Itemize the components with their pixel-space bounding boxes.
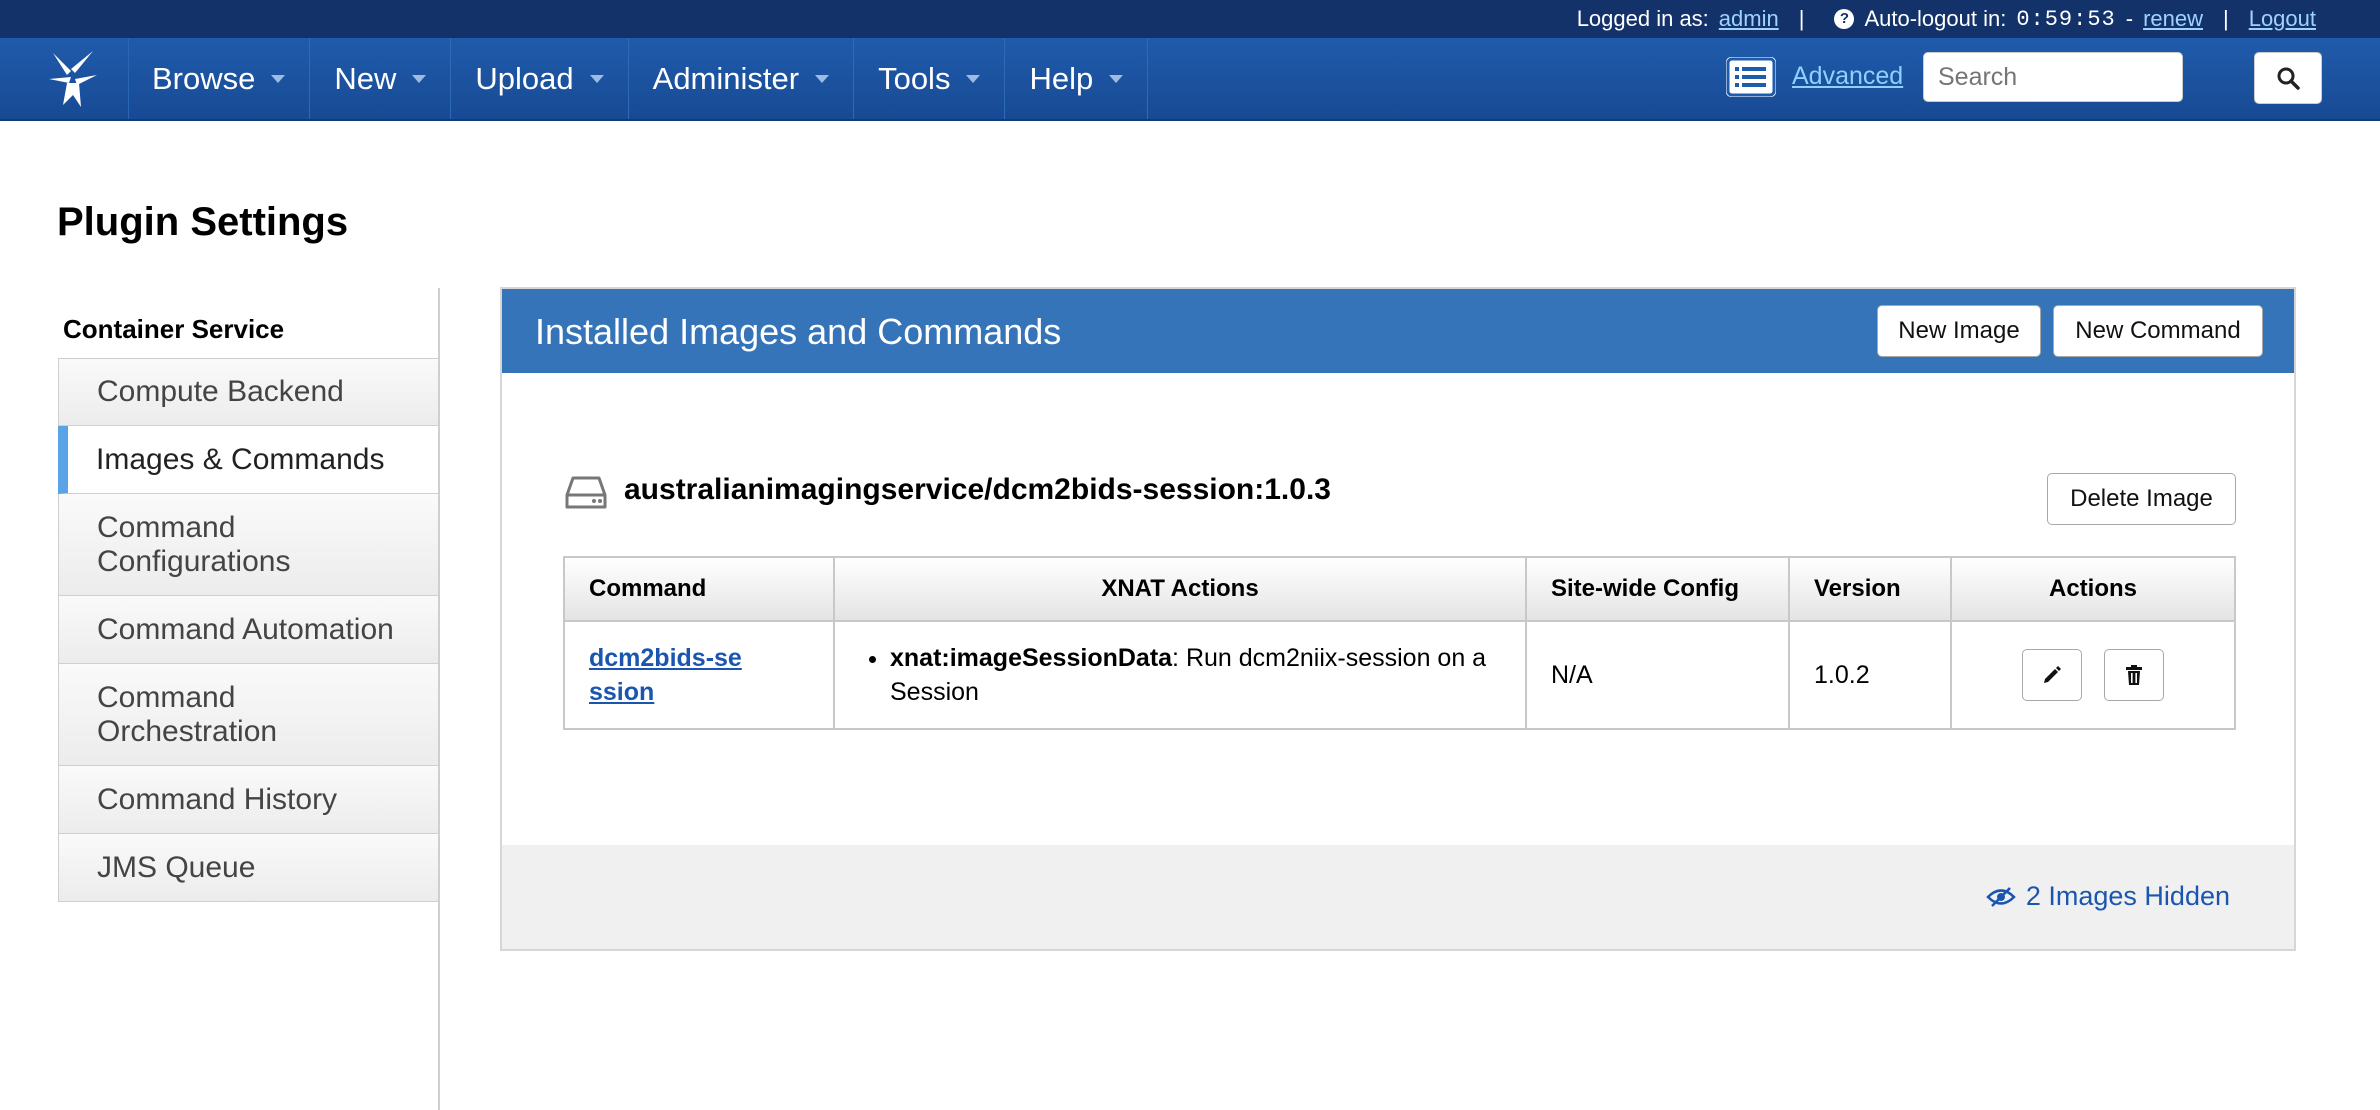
timer-dash: - bbox=[2125, 6, 2134, 31]
table-header-row: Command XNAT Actions Site-wide Config Ve… bbox=[563, 556, 2236, 622]
eye-slash-icon bbox=[1986, 886, 2016, 907]
xnat-logo[interactable] bbox=[18, 38, 129, 119]
xnat-actions-list: xnat:imageSessionData: Run dcm2niix-sess… bbox=[836, 641, 1524, 709]
sidebar-item-images-commands[interactable]: Images & Commands bbox=[58, 426, 439, 494]
list-icon bbox=[1726, 57, 1776, 97]
delete-command-button[interactable] bbox=[2104, 649, 2164, 701]
nav-upload[interactable]: Upload bbox=[451, 38, 629, 119]
caret-down-icon bbox=[1109, 74, 1124, 83]
xnat-action-key: xnat:imageSessionData bbox=[890, 644, 1173, 672]
renew-link[interactable]: renew bbox=[2143, 6, 2203, 32]
site-config-cell: N/A bbox=[1525, 620, 1790, 730]
advanced-search-icon[interactable] bbox=[1726, 57, 1776, 97]
sidebar-item-label: Compute Backend bbox=[97, 375, 344, 408]
sidebar-item-label: Command Automation bbox=[97, 612, 394, 646]
nav-menu: Browse New Upload Administer Tools Help bbox=[128, 38, 1149, 119]
caret-down-icon bbox=[271, 74, 286, 83]
column-header-actions: Actions bbox=[1950, 556, 2236, 622]
hidden-images-toggle[interactable]: 2 Images Hidden bbox=[1986, 881, 2230, 912]
panel-header: Installed Images and Commands New Image … bbox=[502, 289, 2294, 373]
nav-help[interactable]: Help bbox=[1005, 38, 1149, 119]
list-item: xnat:imageSessionData: Run dcm2niix-sess… bbox=[890, 641, 1524, 709]
sidebar-item-label: Command Configurations bbox=[97, 510, 291, 578]
search-input[interactable] bbox=[1923, 52, 2183, 102]
sidebar-item-command-history[interactable]: Command History bbox=[58, 766, 439, 834]
sidebar-item-label: Images & Commands bbox=[96, 442, 385, 476]
command-cell: dcm2bids-session bbox=[563, 620, 835, 730]
caret-down-icon bbox=[815, 74, 830, 83]
hidden-images-label: 2 Images Hidden bbox=[2025, 881, 2230, 911]
caret-down-icon bbox=[966, 74, 981, 83]
version-cell: 1.0.2 bbox=[1788, 620, 1952, 730]
new-image-button[interactable]: New Image bbox=[1877, 305, 2041, 357]
autologout-label: Auto-logout in: bbox=[1864, 6, 2007, 31]
command-link[interactable]: dcm2bids-session bbox=[589, 641, 749, 709]
nav-new[interactable]: New bbox=[310, 38, 452, 119]
nav-label: Administer bbox=[652, 60, 800, 96]
logo-icon bbox=[49, 50, 97, 107]
caret-down-icon bbox=[412, 74, 427, 83]
logged-in-label: Logged in as: bbox=[1576, 6, 1709, 31]
username-link[interactable]: admin bbox=[1719, 6, 1779, 32]
separator: | bbox=[2222, 6, 2229, 31]
nav-label: Browse bbox=[152, 60, 256, 96]
advanced-search-link[interactable]: Advanced bbox=[1792, 62, 1903, 91]
autologout-timer: 0:59:53 bbox=[2016, 6, 2116, 32]
delete-image-button[interactable]: Delete Image bbox=[2047, 473, 2236, 525]
sidebar-item-label: Command Orchestration bbox=[97, 680, 278, 748]
nav-tools[interactable]: Tools bbox=[854, 38, 1006, 119]
nav-browse[interactable]: Browse bbox=[128, 38, 311, 119]
column-header-version: Version bbox=[1788, 556, 1952, 622]
sidebar-item-command-orchestration[interactable]: Command Orchestration bbox=[58, 664, 439, 766]
search-icon bbox=[2277, 67, 2300, 90]
nav-label: Help bbox=[1029, 60, 1094, 96]
column-header-xnat-actions: XNAT Actions bbox=[833, 556, 1527, 622]
logout-link[interactable]: Logout bbox=[2249, 6, 2316, 32]
trash-icon bbox=[2126, 665, 2142, 685]
nav-label: New bbox=[334, 60, 397, 96]
hard-drive-icon bbox=[565, 475, 607, 516]
sidebar-item-jms-queue[interactable]: JMS Queue bbox=[58, 834, 439, 902]
column-header-site-config: Site-wide Config bbox=[1525, 556, 1790, 622]
edit-button[interactable] bbox=[2022, 649, 2082, 701]
pencil-icon bbox=[2044, 666, 2061, 683]
page-title: Plugin Settings bbox=[57, 200, 349, 244]
panel-footer: 2 Images Hidden bbox=[502, 845, 2294, 949]
nav-label: Tools bbox=[878, 60, 951, 96]
xnat-actions-cell: xnat:imageSessionData: Run dcm2niix-sess… bbox=[833, 620, 1527, 730]
sidebar-item-command-configurations[interactable]: Command Configurations bbox=[58, 494, 439, 596]
sidebar-item-label: JMS Queue bbox=[97, 850, 256, 884]
sidebar-item-command-automation[interactable]: Command Automation bbox=[58, 596, 439, 664]
table-row: dcm2bids-session xnat:imageSessionData: … bbox=[563, 620, 2236, 730]
sidebar-item-label: Command History bbox=[97, 782, 338, 816]
main-navbar: Browse New Upload Administer Tools Help … bbox=[0, 38, 2380, 121]
top-status-bar: Logged in as: admin | ? Auto-logout in: … bbox=[0, 0, 2380, 38]
panel-title: Installed Images and Commands bbox=[535, 311, 1062, 352]
new-command-button[interactable]: New Command bbox=[2053, 305, 2263, 357]
nav-label: Upload bbox=[475, 60, 574, 96]
images-commands-panel: Installed Images and Commands New Image … bbox=[500, 287, 2296, 951]
sidebar-heading: Container Service bbox=[63, 314, 285, 344]
commands-table: Command XNAT Actions Site-wide Config Ve… bbox=[563, 556, 2236, 730]
nav-administer[interactable]: Administer bbox=[629, 38, 855, 119]
sidebar-nav: Compute Backend Images & Commands Comman… bbox=[58, 358, 439, 902]
caret-down-icon bbox=[589, 74, 604, 83]
actions-cell bbox=[1950, 620, 2236, 730]
sidebar-item-compute-backend[interactable]: Compute Backend bbox=[58, 358, 439, 426]
separator: | bbox=[1798, 6, 1805, 31]
help-icon[interactable]: ? bbox=[1834, 9, 1855, 29]
search-button[interactable] bbox=[2254, 52, 2322, 104]
image-name: australianimagingservice/dcm2bids-sessio… bbox=[624, 473, 1331, 506]
column-header-command: Command bbox=[563, 556, 835, 622]
